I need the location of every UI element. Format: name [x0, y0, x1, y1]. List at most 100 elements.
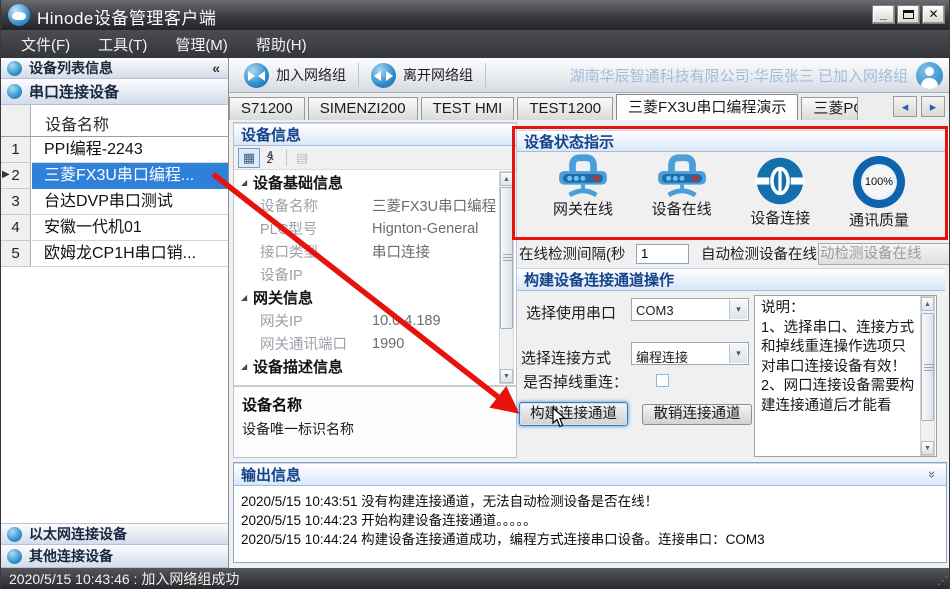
status-bar-text: 2020/5/15 10:43:46 : 加入网络组成功 — [9, 569, 239, 589]
property-value[interactable]: 三菱FX3U串口编程 — [372, 195, 496, 216]
comm-quality-label: 通讯质量 — [849, 209, 909, 230]
device-name[interactable]: PPI编程-2243 — [32, 137, 228, 163]
grid-category[interactable]: ◢ 设备描述信息 — [234, 355, 498, 378]
property-value[interactable]: 10.0.4.189 — [372, 313, 496, 329]
user-avatar[interactable] — [916, 62, 943, 89]
scroll-up-icon[interactable]: ▲ — [500, 172, 513, 186]
collapse-sidebar-icon[interactable]: « — [212, 60, 220, 76]
device-row[interactable]: 1 PPI编程-2243 — [1, 137, 228, 163]
title-bar: Hinode设备管理客户端 _ ✕ — [1, 0, 950, 30]
leave-network-label: 离开网络组 — [403, 65, 473, 85]
device-name-column-header: 设备名称 — [45, 111, 109, 135]
maximize-button[interactable] — [897, 5, 920, 24]
property-value[interactable]: 1990 — [372, 336, 496, 352]
expander-icon[interactable]: ◢ — [241, 178, 253, 187]
device-name[interactable]: 三菱FX3U串口编程... — [32, 163, 228, 189]
menu-help[interactable]: 帮助(H) — [242, 31, 321, 58]
tab-simenzi200[interactable]: SIMENZI200 — [308, 97, 418, 120]
output-panel: 输出信息 » 2020/5/15 10:43:51 没有构建连接通道，无法自动检… — [233, 462, 947, 563]
selected-row-marker-icon: ▶ — [2, 169, 10, 180]
leave-network-button[interactable]: 离开网络组 — [362, 61, 482, 89]
status-bar: 2020/5/15 10:43:46 : 加入网络组成功 ⋰ — [1, 568, 950, 589]
property-name: 设备名称 — [260, 195, 372, 216]
scroll-down-icon[interactable]: ▼ — [921, 441, 934, 455]
interval-input[interactable] — [636, 244, 689, 264]
grid-property[interactable]: 设备IP — [234, 263, 498, 286]
property-name: 设备IP — [260, 264, 372, 285]
output-log-area[interactable]: 2020/5/15 10:43:51 没有构建连接通道，无法自动检测设备是否在线… — [234, 486, 946, 562]
collapse-output-icon[interactable]: » — [925, 471, 940, 478]
comm-quality-indicator: 100% 通讯质量 — [833, 153, 925, 238]
tab-s71200[interactable]: S71200 — [229, 97, 305, 120]
log-line: 2020/5/15 10:44:24 构建设备连接通道成功，编程方式连接串口设备… — [241, 530, 939, 549]
row-number-gutter — [1, 105, 31, 136]
device-name[interactable]: 欧姆龙CP1H串口销... — [32, 241, 228, 267]
device-name[interactable]: 安徽一代机01 — [32, 215, 228, 241]
categorized-view-button[interactable]: ▦ — [238, 148, 260, 168]
other-devices-section[interactable]: 其他连接设备 — [1, 545, 228, 568]
property-grid-scrollbar[interactable]: ▲ ▼ — [499, 171, 514, 384]
expander-icon[interactable]: ◢ — [241, 293, 253, 302]
device-name[interactable]: 台达DVP串口测试 — [32, 189, 228, 215]
device-row[interactable]: 4 安徽一代机01 — [1, 215, 228, 241]
build-channel-button[interactable]: 构建连接通道 — [519, 402, 628, 426]
alphabetical-sort-button[interactable]: AZ ↓ — [260, 148, 282, 168]
ethernet-section-icon — [7, 527, 22, 542]
manual-detect-button[interactable]: 动检测设备在线 — [818, 243, 950, 265]
tab-scroll-right-icon[interactable]: ▸ — [921, 96, 945, 117]
tab-mitsubishi-fx3u-active[interactable]: 三菱FX3U串口编程演示 — [616, 94, 798, 120]
grid-property[interactable]: PLC型号 Hignton-General — [234, 217, 498, 240]
grid-category[interactable]: ◢ 网关信息 — [234, 286, 498, 309]
serial-devices-section[interactable]: 串口连接设备 — [1, 79, 228, 105]
gateway-online-label: 网关在线 — [553, 198, 613, 219]
scrollbar-thumb[interactable] — [500, 187, 513, 329]
serial-port-select[interactable]: COM3 ▾ — [631, 298, 749, 321]
reconnect-checkbox[interactable] — [656, 374, 669, 387]
tab-test-hmi[interactable]: TEST HMI — [421, 97, 515, 120]
gateway-online-indicator: 网关在线 — [537, 153, 629, 238]
scroll-up-icon[interactable]: ▲ — [921, 297, 934, 311]
grid-category[interactable]: ◢ 设备基础信息 — [234, 171, 498, 194]
device-list-icon — [7, 61, 22, 76]
comm-quality-icon: 100% — [853, 156, 905, 208]
menu-tools[interactable]: 工具(T) — [84, 31, 161, 58]
menu-file[interactable]: 文件(F) — [7, 31, 84, 58]
scrollbar-thumb[interactable] — [921, 313, 934, 421]
interval-label: 在线检测间隔(秒 — [519, 243, 636, 264]
description-text: 设备唯一标识名称 — [242, 419, 508, 439]
tab-mitsubishi-pg[interactable]: 三菱PG演 — [801, 97, 858, 120]
device-row[interactable]: 3 台达DVP串口测试 — [1, 189, 228, 215]
destroy-channel-button[interactable]: 散销连接通道 — [642, 404, 752, 425]
resize-grip-icon[interactable]: ⋰ — [937, 575, 949, 587]
chevron-down-icon[interactable]: ▾ — [729, 344, 747, 363]
tab-scroll-left-icon[interactable]: ◂ — [893, 96, 917, 117]
grid-property[interactable]: 网关通讯端口 1990 — [234, 332, 498, 355]
device-row[interactable]: 5 欧姆龙CP1H串口销... — [1, 241, 228, 267]
grid-property[interactable]: 接口类型 串口连接 — [234, 240, 498, 263]
log-line: 2020/5/15 10:44:23 开始构建设备连接通道。。。。。 — [241, 511, 939, 530]
gateway-online-icon — [554, 153, 612, 197]
menu-manage[interactable]: 管理(M) — [161, 31, 242, 58]
ethernet-devices-section[interactable]: 以太网连接设备 — [1, 523, 228, 545]
note-scrollbar[interactable]: ▲ ▼ — [920, 296, 935, 456]
close-button[interactable]: ✕ — [922, 5, 945, 24]
device-table-header: 设备名称 — [1, 105, 228, 137]
connect-mode-select[interactable]: 编程连接 ▾ — [631, 342, 749, 365]
leave-network-icon — [371, 63, 396, 88]
scrollbar-grip-icon — [924, 364, 933, 371]
scroll-down-icon[interactable]: ▼ — [500, 369, 513, 383]
tab-test1200[interactable]: TEST1200 — [517, 97, 613, 120]
grid-property[interactable]: 网关IP 10.0.4.189 — [234, 309, 498, 332]
sidebar-header-label: 设备列表信息 — [29, 58, 113, 78]
device-info-header: 设备信息 — [234, 123, 516, 146]
grid-property[interactable]: 设备名称 三菱FX3U串口编程 — [234, 194, 498, 217]
minimize-button[interactable]: _ — [872, 5, 895, 24]
expander-icon[interactable]: ◢ — [241, 362, 253, 371]
device-row-selected[interactable]: 2 ▶ 三菱FX3U串口编程... — [1, 163, 228, 189]
chevron-down-icon[interactable]: ▾ — [729, 300, 747, 319]
toolbar-separator — [286, 149, 287, 166]
property-value[interactable]: 串口连接 — [372, 241, 496, 262]
join-network-button[interactable]: 加入网络组 — [235, 61, 355, 89]
category-label: 网关信息 — [253, 287, 313, 308]
property-value[interactable]: Hignton-General — [372, 221, 496, 237]
